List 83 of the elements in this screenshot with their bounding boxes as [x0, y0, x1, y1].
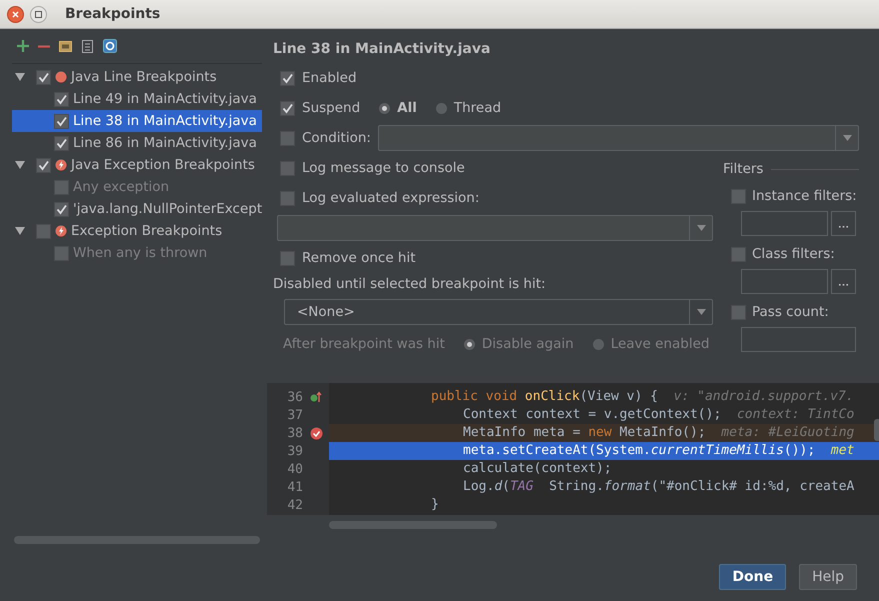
checkbox[interactable]	[280, 250, 295, 266]
checkbox[interactable]	[280, 70, 295, 86]
filters-heading: Filters	[723, 161, 764, 177]
radio-label: Leave enabled	[610, 336, 710, 352]
close-button[interactable]	[7, 6, 24, 22]
disabled-until-label: Disabled until selected breakpoint is hit:	[273, 275, 547, 294]
remove-once-hit-label: Remove once hit	[302, 250, 416, 266]
checkbox[interactable]	[731, 246, 746, 262]
checkbox[interactable]	[54, 114, 69, 128]
tree-item[interactable]: Line 86 in MainActivity.java	[73, 135, 257, 151]
suspend-label: Suspend	[302, 100, 360, 116]
tree-item[interactable]: Exception Breakpoints	[71, 223, 222, 239]
tree-item[interactable]: Java Exception Breakpoints	[71, 157, 255, 173]
line-number: 37	[286, 408, 303, 422]
code-line: Log.d(TAG String.format("#onClick# id:%d, createA	[462, 478, 856, 496]
lightning-circle-icon	[55, 225, 67, 237]
checkbox[interactable]	[731, 304, 746, 320]
line-number: 36	[286, 390, 303, 404]
line-number: 42	[286, 498, 303, 512]
tree-item[interactable]: Line 49 in MainActivity.java	[73, 91, 257, 107]
document-icon[interactable]	[81, 40, 94, 52]
checkbox[interactable]	[54, 136, 69, 150]
filter-label: Pass count:	[752, 304, 829, 320]
filter-input[interactable]	[741, 269, 828, 294]
filter-label: Instance filters:	[752, 188, 857, 204]
dialog-button[interactable]: Done	[719, 564, 786, 590]
checkbox[interactable]	[280, 160, 295, 176]
tree-item[interactable]: Java Line Breakpoints	[71, 69, 217, 85]
code-line: calculate(context);	[462, 460, 613, 478]
vertical-scrollbar[interactable]	[874, 419, 879, 441]
checkbox[interactable]	[280, 130, 295, 146]
checkbox[interactable]	[54, 92, 69, 106]
close-icon[interactable]	[12, 10, 19, 18]
code-line: Context context = v.getContext(); context: TintCo	[462, 406, 856, 424]
checkbox[interactable]	[36, 158, 51, 172]
line-number: 38	[286, 426, 303, 440]
code-line: public void onClick(View v) { v: "android.support.v7.	[430, 388, 855, 406]
add-icon[interactable]	[17, 40, 29, 52]
dropdown-arrow-icon[interactable]	[842, 135, 852, 141]
maximize-button[interactable]	[30, 6, 47, 22]
radio-button[interactable]	[436, 102, 447, 114]
breakpoint-check-icon[interactable]	[310, 426, 322, 440]
enabled-label: Enabled	[302, 70, 357, 86]
breakpoint-dot-icon	[55, 71, 67, 83]
expand-triangle-icon[interactable]	[15, 161, 25, 169]
checkbox[interactable]	[280, 100, 295, 116]
class-icon[interactable]	[103, 39, 117, 53]
breakpoint-combo[interactable]: <None>	[284, 299, 713, 325]
line-number: 41	[286, 480, 303, 494]
code-line: }	[430, 496, 440, 514]
dropdown-arrow-icon[interactable]	[696, 309, 706, 315]
checkbox[interactable]	[280, 190, 295, 206]
radio-button[interactable]	[379, 102, 390, 114]
horizontal-scrollbar[interactable]	[329, 521, 497, 529]
lightning-circle-icon	[55, 159, 67, 171]
dropdown-arrow-icon[interactable]	[696, 225, 706, 231]
horizontal-scrollbar[interactable]	[14, 536, 260, 544]
checkbox[interactable]	[36, 224, 51, 238]
checkbox[interactable]	[731, 188, 746, 204]
dialog-button[interactable]: Help	[799, 564, 857, 590]
window-title: Breakpoints	[65, 6, 160, 22]
radio-label: Thread	[454, 100, 502, 116]
filter-input[interactable]	[741, 211, 828, 236]
breakpoint-title: Line 38 in MainActivity.java	[273, 41, 492, 59]
condition-label: Condition:	[302, 130, 371, 146]
expand-triangle-icon[interactable]	[15, 227, 25, 235]
radio-label: Disable again	[482, 336, 574, 352]
filter-label: Class filters:	[752, 246, 835, 262]
line-number: 39	[286, 444, 303, 458]
pass-count-input[interactable]	[741, 327, 856, 352]
remove-icon[interactable]	[38, 44, 50, 48]
log-message-label: Log message to console	[302, 160, 465, 176]
checkbox[interactable]	[36, 70, 51, 84]
tree-item[interactable]: 'java.lang.NullPointerExcept	[73, 201, 262, 217]
expand-triangle-icon[interactable]	[15, 73, 25, 81]
line-number: 40	[286, 462, 303, 476]
after-hit-label: After breakpoint was hit	[283, 336, 445, 352]
log-expression-label: Log evaluated expression:	[302, 190, 480, 206]
maximize-icon[interactable]	[35, 10, 42, 18]
checkbox[interactable]	[54, 202, 69, 216]
folder-icon[interactable]	[59, 40, 72, 52]
radio-label: All	[397, 100, 417, 116]
override-arrow-icon[interactable]	[310, 391, 322, 403]
